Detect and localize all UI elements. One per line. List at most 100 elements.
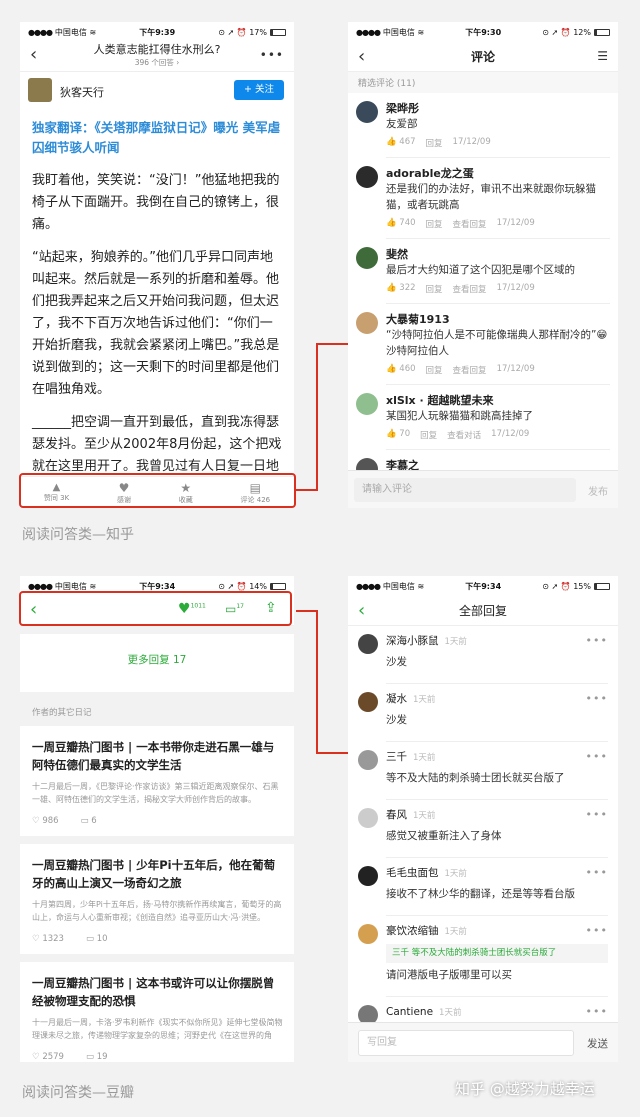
comment-body: 梁晔彤 友爱部 👍 467 回复 17/12/09 <box>386 101 610 158</box>
avatar[interactable] <box>358 808 378 828</box>
like-count-value: 467 <box>399 137 416 147</box>
comment-text: 最后才大约知道了这个囚犯是哪个区域的 <box>386 264 575 276</box>
like-count[interactable]: 👍 467 <box>386 137 416 149</box>
avatar[interactable] <box>358 634 378 654</box>
reply-link[interactable]: 回复 <box>426 364 443 376</box>
reply-link[interactable]: 回复 <box>420 429 437 441</box>
connector-line <box>316 343 318 491</box>
more-icon[interactable]: ••• <box>586 634 608 647</box>
article-link[interactable]: 独家翻译：《关塔那摩监狱日记》曝光 美军虐囚细节骇人听闻 <box>32 118 282 158</box>
avatar[interactable] <box>358 866 378 886</box>
avatar[interactable] <box>28 78 52 102</box>
like-count[interactable]: ♡ 2579 <box>32 1052 64 1062</box>
diary-footer: ♡ 986 ▭ 6 <box>32 806 284 836</box>
avatar[interactable] <box>356 312 378 334</box>
reply-author[interactable]: 深海小豚鼠 <box>386 635 439 647</box>
diary-item[interactable]: 一周豆瓣热门图书 | 这本书或许可以让你摆脱曾经被物理支配的恐惧 十一月最后一周，… <box>20 962 294 1062</box>
comment-count-value: 6 <box>91 816 97 826</box>
reply-author[interactable]: 凝水 <box>386 693 407 705</box>
view-replies-link[interactable]: 查看回复 <box>453 364 487 376</box>
thumb-up-icon: 👍 <box>386 429 400 439</box>
avatar[interactable] <box>356 393 378 415</box>
like-count-value: 2579 <box>42 1052 64 1062</box>
diary-footer: ♡ 2579 ▭ 19 <box>32 1042 284 1062</box>
diary-item[interactable]: 一周豆瓣热门图书 | 少年Pi十五年后，他在葡萄牙的高山上演又一场奇幻之旅 十月第… <box>20 844 294 962</box>
back-icon[interactable]: ‹ <box>358 600 365 621</box>
reply-link[interactable]: 回复 <box>426 137 443 149</box>
avatar[interactable] <box>358 750 378 770</box>
more-icon[interactable]: ••• <box>586 808 608 821</box>
reply-time: 1天前 <box>439 1008 462 1018</box>
comment-count[interactable]: ▭ 10 <box>86 934 108 944</box>
more-icon[interactable]: ••• <box>586 692 608 705</box>
thumb-up-icon: 👍 <box>386 364 400 374</box>
comment-item: 梁晔彤 友爱部 👍 467 回复 17/12/09 <box>348 93 618 158</box>
like-count-value: 460 <box>399 364 416 374</box>
view-replies-link[interactable]: 查看对话 <box>447 429 481 441</box>
comment-count-value: 10 <box>96 934 108 944</box>
status-bar: ●●●● 中国电信 ≋ 下午9:34 ⊙ ➚ ⏰ 15% <box>348 576 618 596</box>
reply-author[interactable]: 春风 <box>386 809 407 821</box>
send-button[interactable]: 发送 <box>587 1036 608 1051</box>
question-title[interactable]: 人类意志能扛得住水刑么? <box>60 43 254 57</box>
more-icon[interactable]: ••• <box>586 866 608 879</box>
more-icon[interactable]: ••• <box>586 750 608 763</box>
diary-title[interactable]: 一周豆瓣热门图书 | 一本书带你走进石黑一雄与阿特伍德们最真实的文学生活 <box>32 738 284 774</box>
like-count[interactable]: 👍 740 <box>386 218 416 230</box>
reply-link[interactable]: 回复 <box>426 218 443 230</box>
reply-link[interactable]: 回复 <box>426 283 443 295</box>
more-icon[interactable]: ••• <box>586 1005 608 1018</box>
comment-count[interactable]: ▭ 19 <box>86 1052 108 1062</box>
reply-input[interactable]: 写回复 <box>358 1030 574 1056</box>
more-icon[interactable]: ••• <box>260 48 284 62</box>
author-name[interactable]: 狄客天行 <box>60 84 104 100</box>
back-icon[interactable]: ‹ <box>30 44 37 65</box>
comment-item: 大暴菊1913 “沙特阿拉伯人是不可能像瑞典人那样耐冷的”😁沙特阿拉伯人 👍 460… <box>348 304 618 385</box>
more-replies-link[interactable]: 更多回复 17 <box>20 634 294 692</box>
avatar[interactable] <box>356 166 378 188</box>
back-icon[interactable]: ‹ <box>358 46 365 67</box>
avatar[interactable] <box>356 247 378 269</box>
comment-author[interactable]: 斐然 <box>386 247 610 262</box>
reply-author[interactable]: Cantiene <box>386 1006 433 1018</box>
reply-time: 1天前 <box>413 753 436 763</box>
comment-body: 大暴菊1913 “沙特阿拉伯人是不可能像瑞典人那样耐冷的”😁沙特阿拉伯人 👍 460… <box>386 312 610 385</box>
comment-date: 17/12/09 <box>491 429 530 439</box>
comment-body: 斐然 最后才大约知道了这个囚犯是哪个区域的 👍 322 回复 查看回复 17/12/09 <box>386 247 610 304</box>
avatar[interactable] <box>358 924 378 944</box>
comment-item: 斐然 最后才大约知道了这个囚犯是哪个区域的 👍 322 回复 查看回复 17/12/09 <box>348 239 618 304</box>
comment-author[interactable]: xlSlx · 超越眺望未来 <box>386 393 610 408</box>
diary-item[interactable]: 一周豆瓣热门图书 | 一本书带你走进石黑一雄与阿特伍德们最真实的文学生活 十二月最… <box>20 726 294 844</box>
reply-author[interactable]: 毛毛虫面包 <box>386 867 439 879</box>
diary-title[interactable]: 一周豆瓣热门图书 | 少年Pi十五年后，他在葡萄牙的高山上演又一场奇幻之旅 <box>32 856 284 892</box>
diary-title[interactable]: 一周豆瓣热门图书 | 这本书或许可以让你摆脱曾经被物理支配的恐惧 <box>32 974 284 1010</box>
more-icon[interactable]: ••• <box>586 924 608 937</box>
avatar[interactable] <box>358 692 378 712</box>
connector-line <box>316 343 348 345</box>
like-count[interactable]: 👍 70 <box>386 429 410 441</box>
view-replies-link[interactable]: 查看回复 <box>453 218 487 230</box>
like-count-value: 740 <box>399 218 416 228</box>
highlight-box <box>19 591 292 626</box>
sort-icon[interactable]: ☰ <box>597 49 608 63</box>
publish-button[interactable]: 发布 <box>588 483 608 498</box>
reply-author[interactable]: 三千 <box>386 751 407 763</box>
reply-body: 深海小豚鼠 1天前 ••• 沙发 <box>386 634 608 684</box>
comment-meta: 👍 322 回复 查看回复 17/12/09 <box>386 283 610 295</box>
like-count[interactable]: ♡ 1323 <box>32 934 64 944</box>
reply-header: 深海小豚鼠 1天前 <box>386 634 608 650</box>
comment-count[interactable]: ▭ 6 <box>81 816 97 826</box>
comment-author[interactable]: adorable龙之蛋 <box>386 166 610 181</box>
reply-item: 豪饮浓缩铀 1天前 ••• 三千 等不及大陆的刺杀骑士团长就买台版了 请问港版电子版哪里… <box>348 916 618 997</box>
avatar[interactable] <box>356 101 378 123</box>
reply-author[interactable]: 豪饮浓缩铀 <box>386 925 439 937</box>
like-count[interactable]: 👍 322 <box>386 283 416 295</box>
follow-button[interactable]: + 关注 <box>234 80 284 100</box>
comment-meta: 👍 70 回复 查看对话 17/12/09 <box>386 429 610 441</box>
view-replies-link[interactable]: 查看回复 <box>453 283 487 295</box>
like-count[interactable]: ♡ 986 <box>32 816 59 826</box>
like-count[interactable]: 👍 460 <box>386 364 416 376</box>
comment-author[interactable]: 大暴菊1913 <box>386 312 610 327</box>
comment-input[interactable]: 请输入评论 <box>354 478 576 502</box>
comment-author[interactable]: 梁晔彤 <box>386 101 610 116</box>
